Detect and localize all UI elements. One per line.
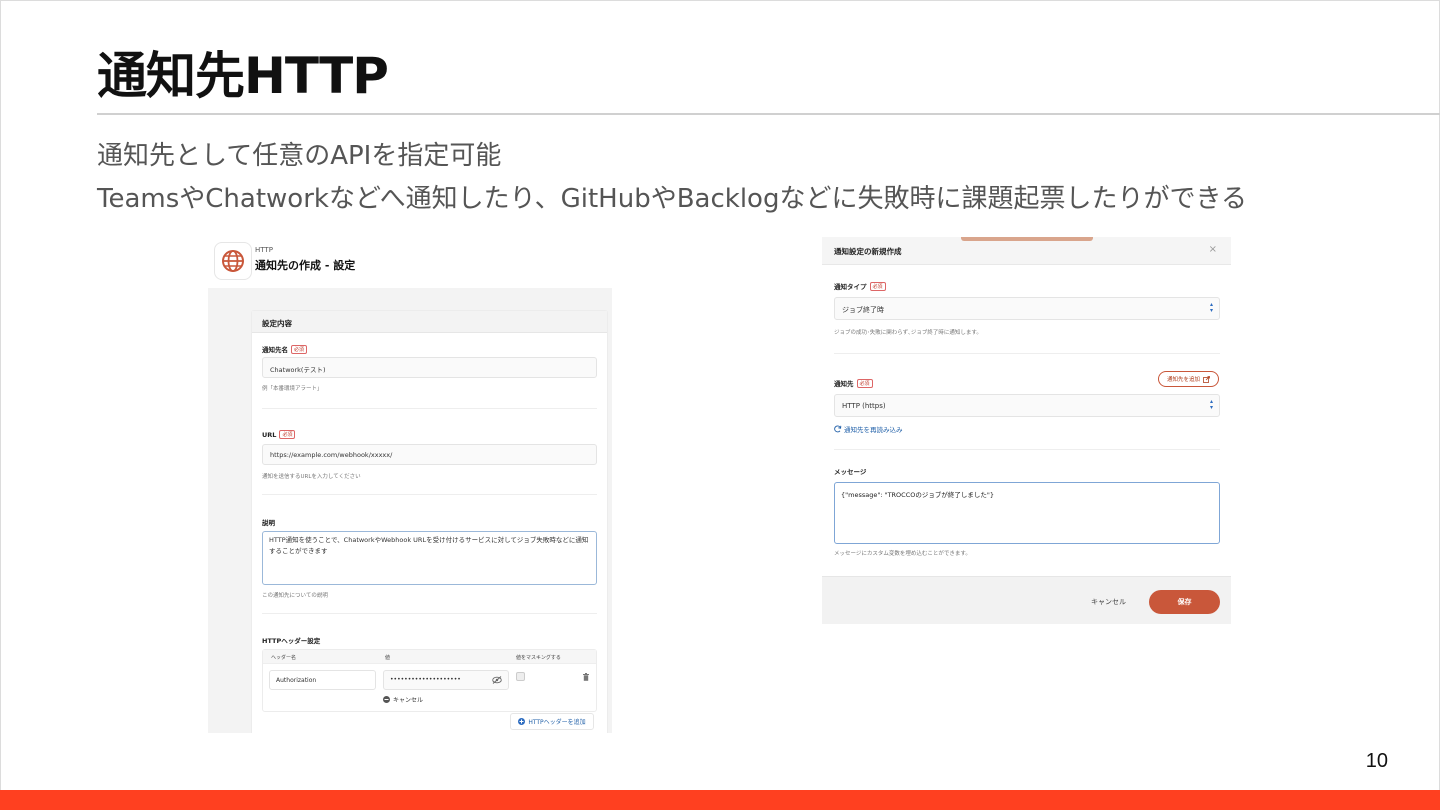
modal-top-accent xyxy=(961,237,1093,241)
header-cancel-label: キャンセル xyxy=(393,697,424,704)
header-kicker: HTTP xyxy=(255,246,273,254)
save-button[interactable]: 保存 xyxy=(1149,590,1220,614)
section-title: 設定内容 xyxy=(252,311,607,333)
header-name-input[interactable]: Authorization xyxy=(269,670,376,690)
cancel-button[interactable]: キャンセル xyxy=(1091,597,1126,607)
add-http-header-button[interactable]: HTTPヘッダーを追加 xyxy=(510,713,594,730)
refresh-icon xyxy=(834,425,842,433)
url-help: 通知を送信するURLを入力してください xyxy=(262,474,361,480)
divider xyxy=(262,408,597,409)
url-label: URL 必須 xyxy=(262,430,296,439)
description-help: この通知先についての説明 xyxy=(262,593,328,599)
destination-label: 通知先 必須 xyxy=(834,378,873,388)
name-label: 通知先名 必須 xyxy=(262,344,308,354)
url-field[interactable]: https://example.com/webhook/xxxxx/ xyxy=(262,444,597,465)
header-value-masked: •••••••••••••••••••• xyxy=(390,676,461,683)
name-field[interactable]: Chatwork(テスト) xyxy=(262,357,597,378)
title-divider xyxy=(97,113,1440,115)
reload-destinations-link[interactable]: 通知先を再読み込み xyxy=(834,424,903,434)
destination-value: HTTP (https) xyxy=(842,402,886,410)
trash-icon[interactable] xyxy=(583,673,589,681)
globe-icon xyxy=(214,242,252,280)
page-title: 通知先の作成 - 設定 xyxy=(255,259,356,272)
slide-subtitle-1: 通知先として任意のAPIを指定可能 xyxy=(97,141,502,171)
column-header: 値をマスキングする xyxy=(516,655,561,661)
table-header-row: ヘッダー名 値 値をマスキングする xyxy=(263,650,596,664)
divider xyxy=(262,494,597,495)
divider xyxy=(834,353,1220,354)
message-textarea[interactable]: {"message": "TROCCOのジョブが終了しました"} xyxy=(834,482,1220,544)
add-destination-button[interactable]: 通知先を追加 xyxy=(1158,371,1219,387)
notification-type-label: 通知タイプ 必須 xyxy=(834,281,886,291)
external-link-icon xyxy=(1203,375,1210,383)
column-header: 値 xyxy=(385,655,391,661)
bottom-accent-bar xyxy=(0,790,1440,810)
notification-type-value: ジョブ終了時 xyxy=(842,306,884,314)
eye-slash-icon[interactable] xyxy=(492,676,502,684)
message-help: メッセージにカスタム変数を埋め込むことができます。 xyxy=(834,551,971,557)
page-number: 10 xyxy=(1365,750,1388,772)
notification-type-help: ジョブの成功･失敗に関わらず､ジョブ終了時に通知します。 xyxy=(834,330,982,336)
add-destination-label: 通知先を追加 xyxy=(1166,377,1200,383)
description-label: 説明 xyxy=(262,519,275,527)
description-textarea[interactable]: HTTP通知を使うことで、ChatworkやWebhook URLを受け付けるサ… xyxy=(262,531,597,585)
notification-settings-modal-screenshot: 通知設定の新規作成 × 通知タイプ 必須 ジョブ終了時 ▴ ▾ ジョブの成功･失敗に… xyxy=(822,237,1231,624)
modal-title: 通知設定の新規作成 xyxy=(834,247,902,256)
header-cancel-link[interactable]: キャンセル xyxy=(383,695,423,704)
required-badge: 必須 xyxy=(291,345,308,354)
column-header: ヘッダー名 xyxy=(271,655,297,661)
required-badge: 必須 xyxy=(856,379,873,388)
divider xyxy=(834,449,1220,450)
name-help: 例「本番環境アラート」 xyxy=(262,386,323,392)
settings-panel: 設定内容 通知先名 必須 Chatwork(テスト) 例「本番環境アラート」 UR… xyxy=(208,288,612,733)
add-http-header-label: HTTPヘッダーを追加 xyxy=(528,719,586,726)
settings-card: 設定内容 通知先名 必須 Chatwork(テスト) 例「本番環境アラート」 UR… xyxy=(251,310,608,733)
select-arrows-icon: ▴ ▾ xyxy=(1209,398,1213,411)
http-destination-create-screenshot: HTTP 通知先の作成 - 設定 設定内容 通知先名 必須 Chatwork(テス… xyxy=(208,238,612,733)
header-value-input[interactable]: •••••••••••••••••••• xyxy=(383,670,509,690)
divider xyxy=(262,613,597,614)
modal-footer: キャンセル 保存 xyxy=(822,576,1231,624)
notification-type-select[interactable]: ジョブ終了時 ▴ ▾ xyxy=(834,297,1220,320)
minus-circle-icon xyxy=(383,696,390,703)
close-icon[interactable]: × xyxy=(1209,244,1217,255)
mask-checkbox[interactable] xyxy=(516,672,525,681)
required-badge: 必須 xyxy=(279,430,296,439)
modal-header: 通知設定の新規作成 × xyxy=(822,237,1231,265)
http-headers-table: ヘッダー名 値 値をマスキングする Authorization ••••••••… xyxy=(262,649,597,712)
plus-circle-icon xyxy=(518,718,526,725)
http-headers-label: HTTPヘッダー設定 xyxy=(262,637,321,645)
reload-destinations-label: 通知先を再読み込み xyxy=(844,426,903,434)
required-badge: 必須 xyxy=(869,282,886,291)
destination-select[interactable]: HTTP (https) ▴ ▾ xyxy=(834,394,1220,417)
select-arrows-icon: ▴ ▾ xyxy=(1209,301,1213,314)
message-label: メッセージ xyxy=(834,468,867,476)
slide-subtitle-2: TeamsやChatworkなどへ通知したり、GitHubやBacklogなどに… xyxy=(97,184,1247,214)
slide-title: 通知先HTTP xyxy=(97,47,389,105)
